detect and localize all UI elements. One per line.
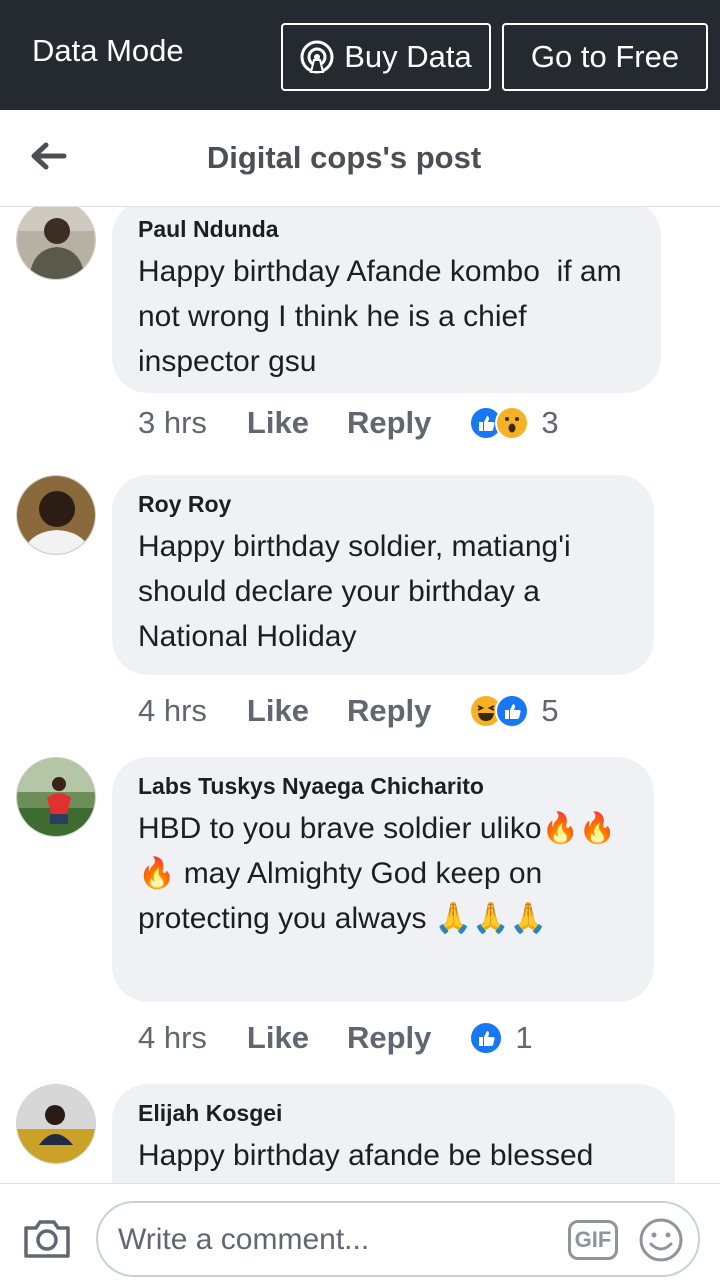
camera-icon[interactable] xyxy=(22,1216,72,1260)
comment-actions: 4 hrs Like Reply 1 xyxy=(138,1018,533,1058)
reaction-icons[interactable] xyxy=(469,694,530,728)
buy-data-button[interactable]: Buy Data xyxy=(281,23,491,91)
wow-reaction-icon xyxy=(495,406,530,440)
avatar[interactable] xyxy=(16,475,96,555)
comment-text: Happy birthday Afande kombo if am not wr… xyxy=(138,255,630,378)
reaction-count[interactable]: 5 xyxy=(541,693,558,729)
avatar-photo xyxy=(17,207,95,279)
comment-actions: 4 hrs Like Reply 5 xyxy=(138,691,559,731)
page-title: Digital cops's post xyxy=(206,140,482,175)
comment-composer: Write a comment... GIF xyxy=(0,1183,720,1288)
comment-input-placeholder: Write a comment... xyxy=(118,1223,370,1256)
commenter-name[interactable]: Paul Ndunda xyxy=(138,216,635,243)
avatar-photo xyxy=(17,758,95,836)
comment-bubble[interactable]: Labs Tuskys Nyaega Chicharito HBD to you… xyxy=(112,757,654,1002)
comment-bubble[interactable]: Roy Roy Happy birthday soldier, matiang'… xyxy=(112,475,654,675)
commenter-name[interactable]: Labs Tuskys Nyaega Chicharito xyxy=(138,773,628,800)
commenter-name[interactable]: Roy Roy xyxy=(138,491,628,518)
go-to-free-label: Go to Free xyxy=(530,39,680,74)
like-button[interactable]: Like xyxy=(247,405,309,441)
comment-text: Happy birthday afande be blessed xyxy=(138,1139,594,1172)
avatar[interactable] xyxy=(16,1084,96,1164)
reply-button[interactable]: Reply xyxy=(347,693,431,729)
post-header: Digital cops's post xyxy=(0,110,720,207)
like-button[interactable]: Like xyxy=(247,1020,309,1056)
comment-text: HBD to you brave soldier uliko🔥🔥🔥 may Al… xyxy=(138,812,617,935)
avatar-photo xyxy=(17,1085,95,1163)
like-reaction-icon xyxy=(495,694,530,728)
buy-data-label: Buy Data xyxy=(344,39,472,74)
comment-time[interactable]: 4 hrs xyxy=(138,1020,207,1056)
avatar[interactable] xyxy=(16,207,96,280)
data-mode-bar: Data Mode Buy Data Go to Free xyxy=(0,0,720,110)
avatar[interactable] xyxy=(16,757,96,837)
comment-time[interactable]: 3 hrs xyxy=(138,405,207,441)
reply-button[interactable]: Reply xyxy=(347,1020,431,1056)
reaction-count[interactable]: 1 xyxy=(515,1020,532,1056)
comment-input[interactable]: Write a comment... GIF xyxy=(96,1201,700,1277)
comment-list[interactable]: Paul Ndunda Happy birthday Afande kombo … xyxy=(0,207,720,1183)
reaction-icons[interactable] xyxy=(469,1021,504,1055)
smiley-icon[interactable] xyxy=(638,1217,684,1263)
like-button[interactable]: Like xyxy=(247,693,309,729)
data-mode-label: Data Mode xyxy=(32,33,184,68)
wireless-tower-icon xyxy=(300,40,334,74)
comment-bubble[interactable]: Elijah Kosgei Happy birthday afande be b… xyxy=(112,1084,675,1183)
gif-button[interactable]: GIF xyxy=(568,1220,618,1260)
comment-text: Happy birthday soldier, matiang'i should… xyxy=(138,530,579,653)
reaction-count[interactable]: 3 xyxy=(541,405,558,441)
reaction-icons[interactable] xyxy=(469,406,530,440)
go-to-free-button[interactable]: Go to Free xyxy=(502,23,708,91)
avatar-photo xyxy=(17,476,95,554)
reply-button[interactable]: Reply xyxy=(347,405,431,441)
comment-time[interactable]: 4 hrs xyxy=(138,693,207,729)
like-reaction-icon xyxy=(469,1021,504,1055)
comment-bubble[interactable]: Paul Ndunda Happy birthday Afande kombo … xyxy=(112,207,661,393)
comment-actions: 3 hrs Like Reply 3 xyxy=(138,403,559,443)
commenter-name[interactable]: Elijah Kosgei xyxy=(138,1100,649,1127)
